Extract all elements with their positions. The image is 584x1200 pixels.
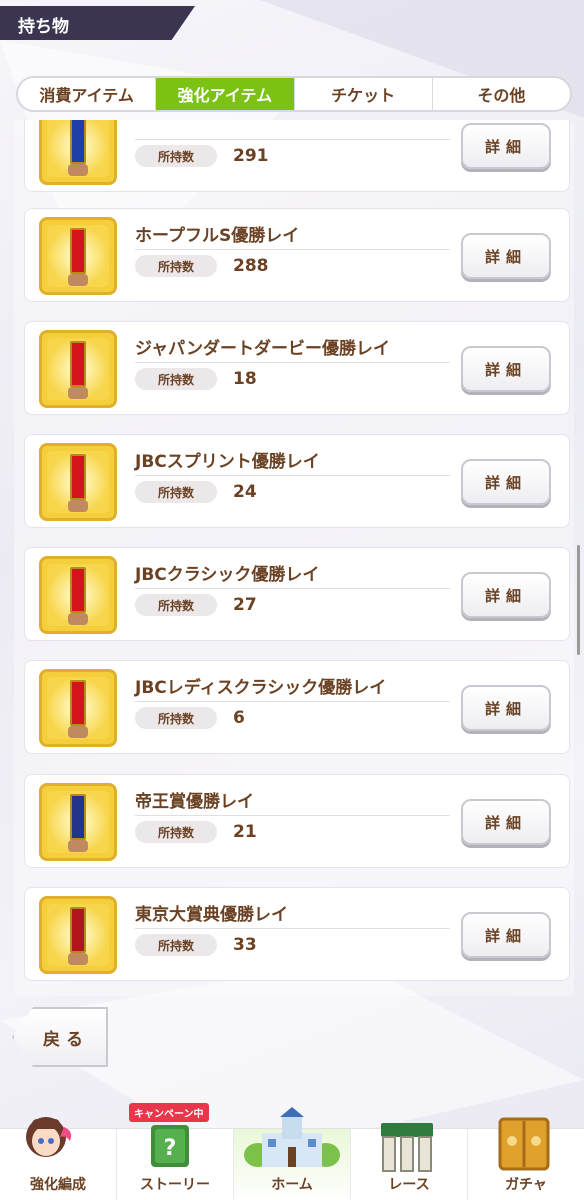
detail-button[interactable]: 詳細 (461, 799, 551, 845)
item-name: JBCスプリント優勝レイ (135, 452, 320, 472)
list-item: 東京大賞典優勝レイ 所持数 33 詳細 (24, 887, 570, 981)
item-thumbnail (39, 783, 117, 861)
nav-enhance-formation[interactable]: 強化編成 (0, 1117, 117, 1200)
item-thumbnail (39, 669, 117, 747)
list-item: JBCスプリント優勝レイ 所持数 24 詳細 (24, 434, 570, 528)
tab-enhancement-items[interactable]: 強化アイテム (156, 78, 295, 110)
scrollbar-thumb[interactable] (577, 545, 580, 655)
nav-label: 強化編成 (30, 1177, 86, 1193)
qty-value: 27 (233, 595, 257, 615)
item-name: ジャパンダートダービー優勝レイ (135, 339, 390, 359)
list-scrollbar[interactable] (577, 120, 580, 996)
nav-label: レース (388, 1177, 430, 1193)
list-item: ジャパンダートダービー優勝レイ 所持数 18 詳細 (24, 321, 570, 415)
qty-label: 所持数 (135, 707, 217, 729)
home-castle-icon (244, 1107, 340, 1167)
item-name: 東京大賞典優勝レイ (135, 905, 288, 925)
nav-story[interactable]: キャンペーン中 ? ストーリー (117, 1103, 234, 1200)
nav-label: ストーリー (140, 1177, 210, 1193)
detail-button[interactable]: 詳細 (461, 912, 551, 958)
qty-label: 所持数 (135, 145, 217, 167)
tab-tickets[interactable]: チケット (295, 78, 433, 110)
story-book-icon: ? (151, 1125, 189, 1167)
lei-icon (70, 120, 86, 164)
qty-label: 所持数 (135, 481, 217, 503)
qty-value: 291 (233, 146, 269, 166)
list-item: JBCクラシック優勝レイ 所持数 27 詳細 (24, 547, 570, 641)
gacha-door-icon (498, 1117, 550, 1171)
item-thumbnail (39, 120, 117, 185)
item-thumbnail (39, 896, 117, 974)
item-thumbnail (39, 556, 117, 634)
back-button[interactable]: 戻る (12, 1007, 108, 1067)
qty-value: 288 (233, 256, 269, 276)
lei-icon (70, 567, 86, 613)
lei-icon (70, 680, 86, 726)
qty-label: 所持数 (135, 594, 217, 616)
nav-label: ホーム (271, 1177, 313, 1193)
nav-label: ガチャ (505, 1177, 547, 1193)
list-item: ホープフルS優勝レイ 所持数 288 詳細 (24, 208, 570, 302)
lei-icon (70, 454, 86, 500)
category-tabs: 消費アイテム 強化アイテム チケット その他 (16, 76, 572, 112)
item-thumbnail (39, 217, 117, 295)
lei-icon (70, 907, 86, 953)
nav-home[interactable]: ホーム (234, 1107, 351, 1200)
header-bar: 持ち物 (0, 6, 195, 40)
campaign-badge: キャンペーン中 (129, 1103, 209, 1122)
qty-label: 所持数 (135, 368, 217, 390)
list-item: JBCレディスクラシック優勝レイ 所持数 6 詳細 (24, 660, 570, 754)
lei-icon (70, 794, 86, 840)
list-item: 帝王賞優勝レイ 所持数 21 詳細 (24, 774, 570, 868)
list-item: 所持数 291 詳細 (24, 120, 570, 192)
item-thumbnail (39, 330, 117, 408)
qty-value: 33 (233, 935, 257, 955)
bottom-nav: 強化編成 キャンペーン中 ? ストーリー ホーム レース ガチャ (0, 1103, 584, 1200)
nav-gacha[interactable]: ガチャ (468, 1117, 584, 1200)
detail-button[interactable]: 詳細 (461, 233, 551, 279)
lei-icon (70, 341, 86, 387)
qty-value: 21 (233, 822, 257, 842)
item-list[interactable]: 所持数 291 詳細 ホープフルS優勝レイ 所持数 288 詳細 ジャパンダート… (14, 120, 574, 996)
tab-consumable-items[interactable]: 消費アイテム (18, 78, 157, 110)
item-name: 帝王賞優勝レイ (135, 792, 254, 812)
lei-icon (70, 228, 86, 274)
svg-text:?: ? (164, 1136, 177, 1161)
page-title: 持ち物 (18, 17, 69, 37)
item-name: JBCレディスクラシック優勝レイ (135, 678, 387, 698)
item-thumbnail (39, 443, 117, 521)
qty-label: 所持数 (135, 255, 217, 277)
race-gate-icon (381, 1123, 433, 1172)
detail-button[interactable]: 詳細 (461, 346, 551, 392)
qty-value: 6 (233, 708, 245, 728)
qty-label: 所持数 (135, 934, 217, 956)
horse-girl-icon (26, 1117, 72, 1157)
detail-button[interactable]: 詳細 (461, 572, 551, 618)
tab-other[interactable]: その他 (433, 78, 570, 110)
qty-value: 18 (233, 369, 257, 389)
item-name: JBCクラシック優勝レイ (135, 565, 320, 585)
detail-button[interactable]: 詳細 (461, 123, 551, 169)
qty-label: 所持数 (135, 821, 217, 843)
qty-value: 24 (233, 482, 257, 502)
detail-button[interactable]: 詳細 (461, 685, 551, 731)
detail-button[interactable]: 詳細 (461, 459, 551, 505)
item-name: ホープフルS優勝レイ (135, 226, 300, 246)
nav-race[interactable]: レース (351, 1123, 468, 1200)
